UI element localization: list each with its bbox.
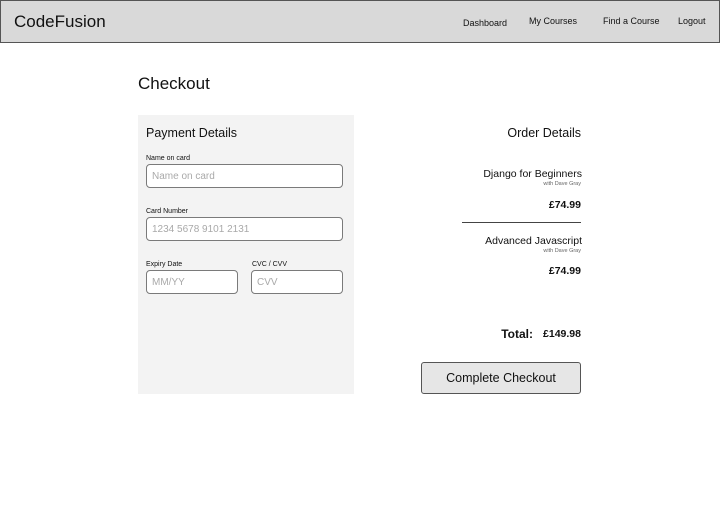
order-item-price: £74.99 — [548, 265, 581, 277]
name-on-card-label: Name on card — [146, 155, 190, 162]
order-item-instructor: with Dave Gray — [543, 248, 581, 254]
order-divider — [462, 222, 581, 223]
card-number-input[interactable] — [146, 217, 343, 241]
page-title: Checkout — [138, 74, 210, 93]
order-item-instructor: with Dave Gray — [543, 181, 581, 187]
order-item-course-name: Django for Beginners — [483, 168, 582, 180]
payment-details-panel: Payment Details Name on card Card Number… — [138, 115, 354, 394]
nav-dashboard-link[interactable]: Dashboard — [463, 18, 507, 28]
nav-my-courses-link[interactable]: My Courses — [529, 16, 577, 26]
cvc-cvv-input[interactable] — [251, 270, 343, 294]
order-total-label: Total: — [501, 327, 533, 341]
order-item-course-name: Advanced Javascript — [485, 235, 582, 247]
top-navigation-bar: CodeFusion Dashboard My Courses Find a C… — [0, 0, 720, 43]
nav-find-a-course-link[interactable]: Find a Course — [603, 16, 660, 26]
name-on-card-input[interactable] — [146, 164, 343, 188]
complete-checkout-button[interactable]: Complete Checkout — [421, 362, 581, 394]
nav-logout-link[interactable]: Logout — [678, 16, 706, 26]
brand-logo[interactable]: CodeFusion — [14, 12, 106, 32]
card-number-label: Card Number — [146, 208, 189, 215]
expiry-date-input[interactable] — [146, 270, 238, 294]
cvc-cvv-label: CVC / CVV — [252, 261, 288, 268]
expiry-date-label: Expiry Date — [146, 261, 183, 268]
order-total-value: £149.98 — [543, 328, 581, 340]
order-details-title: Order Details — [507, 126, 581, 140]
payment-details-title: Payment Details — [146, 126, 238, 140]
order-item-price: £74.99 — [548, 199, 581, 211]
